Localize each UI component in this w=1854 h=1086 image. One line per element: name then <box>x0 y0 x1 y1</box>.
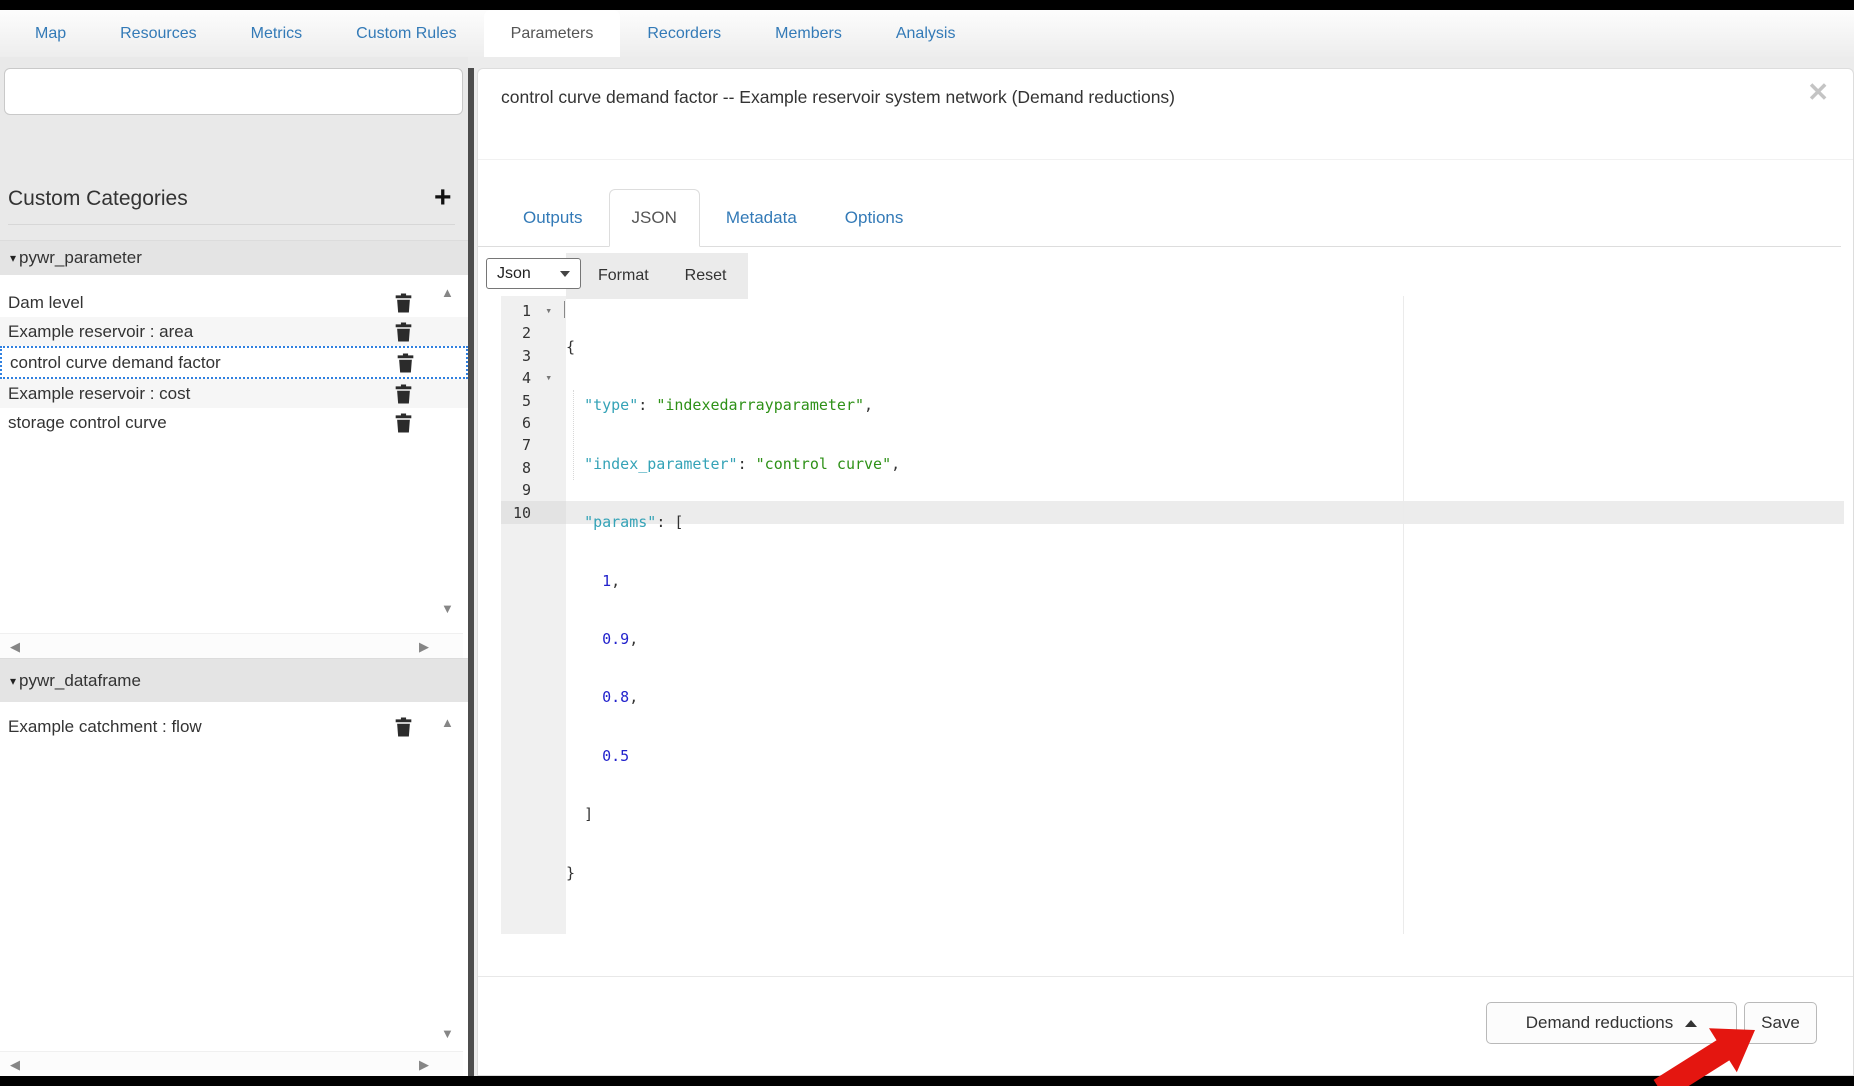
tab-metadata[interactable]: Metadata <box>704 189 819 247</box>
scroll-left-icon[interactable]: ◀ <box>10 1058 20 1071</box>
list-item-selected[interactable]: control curve demand factor <box>0 346 468 379</box>
list-item-label: Dam level <box>8 293 84 313</box>
scroll-down-icon[interactable]: ▼ <box>441 1027 454 1040</box>
line-number: 9 <box>501 479 566 501</box>
editor-line: 0.5 <box>566 745 900 767</box>
editor-line: } <box>566 862 900 884</box>
editor-line: "type": "indexedarrayparameter", <box>566 394 900 416</box>
editor-line: { <box>566 336 900 358</box>
divider <box>8 224 455 225</box>
scroll-right-icon[interactable]: ▶ <box>419 640 429 653</box>
divider <box>478 159 1853 160</box>
nav-tab-map[interactable]: Map <box>8 10 93 57</box>
delete-icon[interactable] <box>395 717 412 736</box>
collapse-caret-icon: ▾ <box>10 674 16 688</box>
fold-icon[interactable]: ▾ <box>545 300 552 322</box>
list-item-label: Example reservoir : cost <box>8 384 190 404</box>
group-header-pywr-dataframe[interactable]: ▾ pywr_dataframe <box>0 658 468 702</box>
reset-button[interactable]: Reset <box>685 267 727 285</box>
scroll-left-icon[interactable]: ◀ <box>10 640 20 653</box>
nav-tab-recorders[interactable]: Recorders <box>620 10 748 57</box>
delete-icon[interactable] <box>397 353 414 372</box>
line-number: 2 <box>501 322 566 344</box>
custom-categories-title: Custom Categories <box>8 187 188 211</box>
app-window: Map Resources Metrics Custom Rules Param… <box>0 0 1854 1086</box>
mode-select-value: Json <box>497 265 531 283</box>
dataframe-list: Example catchment : flow ▲ ▼ ◀ ▶ <box>0 702 468 1076</box>
list-item[interactable]: Example catchment : flow <box>0 712 468 741</box>
scroll-up-icon[interactable]: ▲ <box>441 286 454 299</box>
editor-line: ] <box>566 803 900 825</box>
line-number: 4▾ <box>501 367 566 389</box>
tab-options[interactable]: Options <box>823 189 926 247</box>
scroll-down-icon[interactable]: ▼ <box>441 602 454 615</box>
scroll-right-icon[interactable]: ▶ <box>419 1058 429 1071</box>
editor-toolbar: Format Reset <box>566 253 748 299</box>
format-button[interactable]: Format <box>598 267 649 285</box>
panel-divider[interactable] <box>468 68 474 1076</box>
line-number: 10 <box>501 502 566 524</box>
horizontal-scrollbar[interactable]: ◀ ▶ <box>0 633 463 658</box>
chevron-down-icon <box>560 271 570 277</box>
annotation-arrow <box>1650 1012 1760 1086</box>
group-header-pywr-parameter[interactable]: ▾ pywr_parameter <box>0 240 468 275</box>
fold-icon[interactable]: ▾ <box>545 367 552 389</box>
editor-line: 0.9, <box>566 628 900 650</box>
list-item-label: Example reservoir : area <box>8 322 193 342</box>
group-name: pywr_parameter <box>19 248 142 268</box>
code-area[interactable]: { "type": "indexedarrayparameter", "inde… <box>566 300 900 920</box>
nav-tab-analysis[interactable]: Analysis <box>869 10 983 57</box>
editor-line: "index_parameter": "control curve", <box>566 453 900 475</box>
list-item[interactable]: Dam level <box>0 288 468 317</box>
bottom-black-bar <box>0 1076 1854 1086</box>
delete-icon[interactable] <box>395 322 412 341</box>
line-number: 7 <box>501 434 566 456</box>
nav-tab-members[interactable]: Members <box>748 10 869 57</box>
line-number: 5 <box>501 390 566 412</box>
nav-tab-metrics[interactable]: Metrics <box>224 10 330 57</box>
line-number: 8 <box>501 457 566 479</box>
scroll-up-icon[interactable]: ▲ <box>441 716 454 729</box>
delete-icon[interactable] <box>395 413 412 432</box>
delete-icon[interactable] <box>395 293 412 312</box>
list-item-label: Example catchment : flow <box>8 717 202 737</box>
mode-select[interactable]: Json <box>486 258 581 289</box>
category-search-box[interactable] <box>4 68 463 115</box>
tab-json[interactable]: JSON <box>609 189 700 247</box>
close-icon[interactable]: ✕ <box>1807 77 1829 108</box>
footer-divider <box>478 976 1853 977</box>
horizontal-scrollbar[interactable]: ◀ ▶ <box>0 1051 463 1076</box>
list-item-label: storage control curve <box>8 413 167 433</box>
delete-icon[interactable] <box>395 384 412 403</box>
collapse-caret-icon: ▾ <box>10 251 16 265</box>
nav-tab-parameters[interactable]: Parameters <box>484 10 621 57</box>
line-numbers: 1▾ 2 3 4▾ 5 6 7 8 9 10 <box>501 300 566 524</box>
list-item[interactable]: Example reservoir : area <box>0 317 468 346</box>
dialog-title: control curve demand factor -- Example r… <box>501 87 1175 108</box>
parameter-dialog: control curve demand factor -- Example r… <box>477 68 1854 1076</box>
list-item-label: control curve demand factor <box>10 353 221 373</box>
line-number: 3 <box>501 345 566 367</box>
print-margin <box>1403 296 1404 934</box>
editor-line: 0.8, <box>566 686 900 708</box>
dialog-tabs: Outputs JSON Metadata Options <box>478 189 1841 247</box>
nav-tab-custom-rules[interactable]: Custom Rules <box>329 10 483 57</box>
editor-line: "params": [ <box>566 511 900 533</box>
line-number: 6 <box>501 412 566 434</box>
list-item[interactable]: Example reservoir : cost <box>0 379 468 408</box>
group-name: pywr_dataframe <box>19 671 141 691</box>
line-number: 1▾ <box>501 300 566 322</box>
parameter-list: Dam level Example reservoir : area contr… <box>0 275 468 658</box>
list-item[interactable]: storage control curve <box>0 408 468 437</box>
top-black-bar <box>0 0 1854 10</box>
tab-outputs[interactable]: Outputs <box>501 189 605 247</box>
top-navigation: Map Resources Metrics Custom Rules Param… <box>0 10 1854 57</box>
add-custom-category-button[interactable]: + <box>434 183 452 213</box>
json-editor[interactable]: 1▾ 2 3 4▾ 5 6 7 8 9 10 { "type": "indexe… <box>478 296 1853 934</box>
nav-tab-resources[interactable]: Resources <box>93 10 223 57</box>
editor-line: 1, <box>566 570 900 592</box>
sidebar: Custom Categories + Parameters-Type Cate… <box>0 57 468 1076</box>
